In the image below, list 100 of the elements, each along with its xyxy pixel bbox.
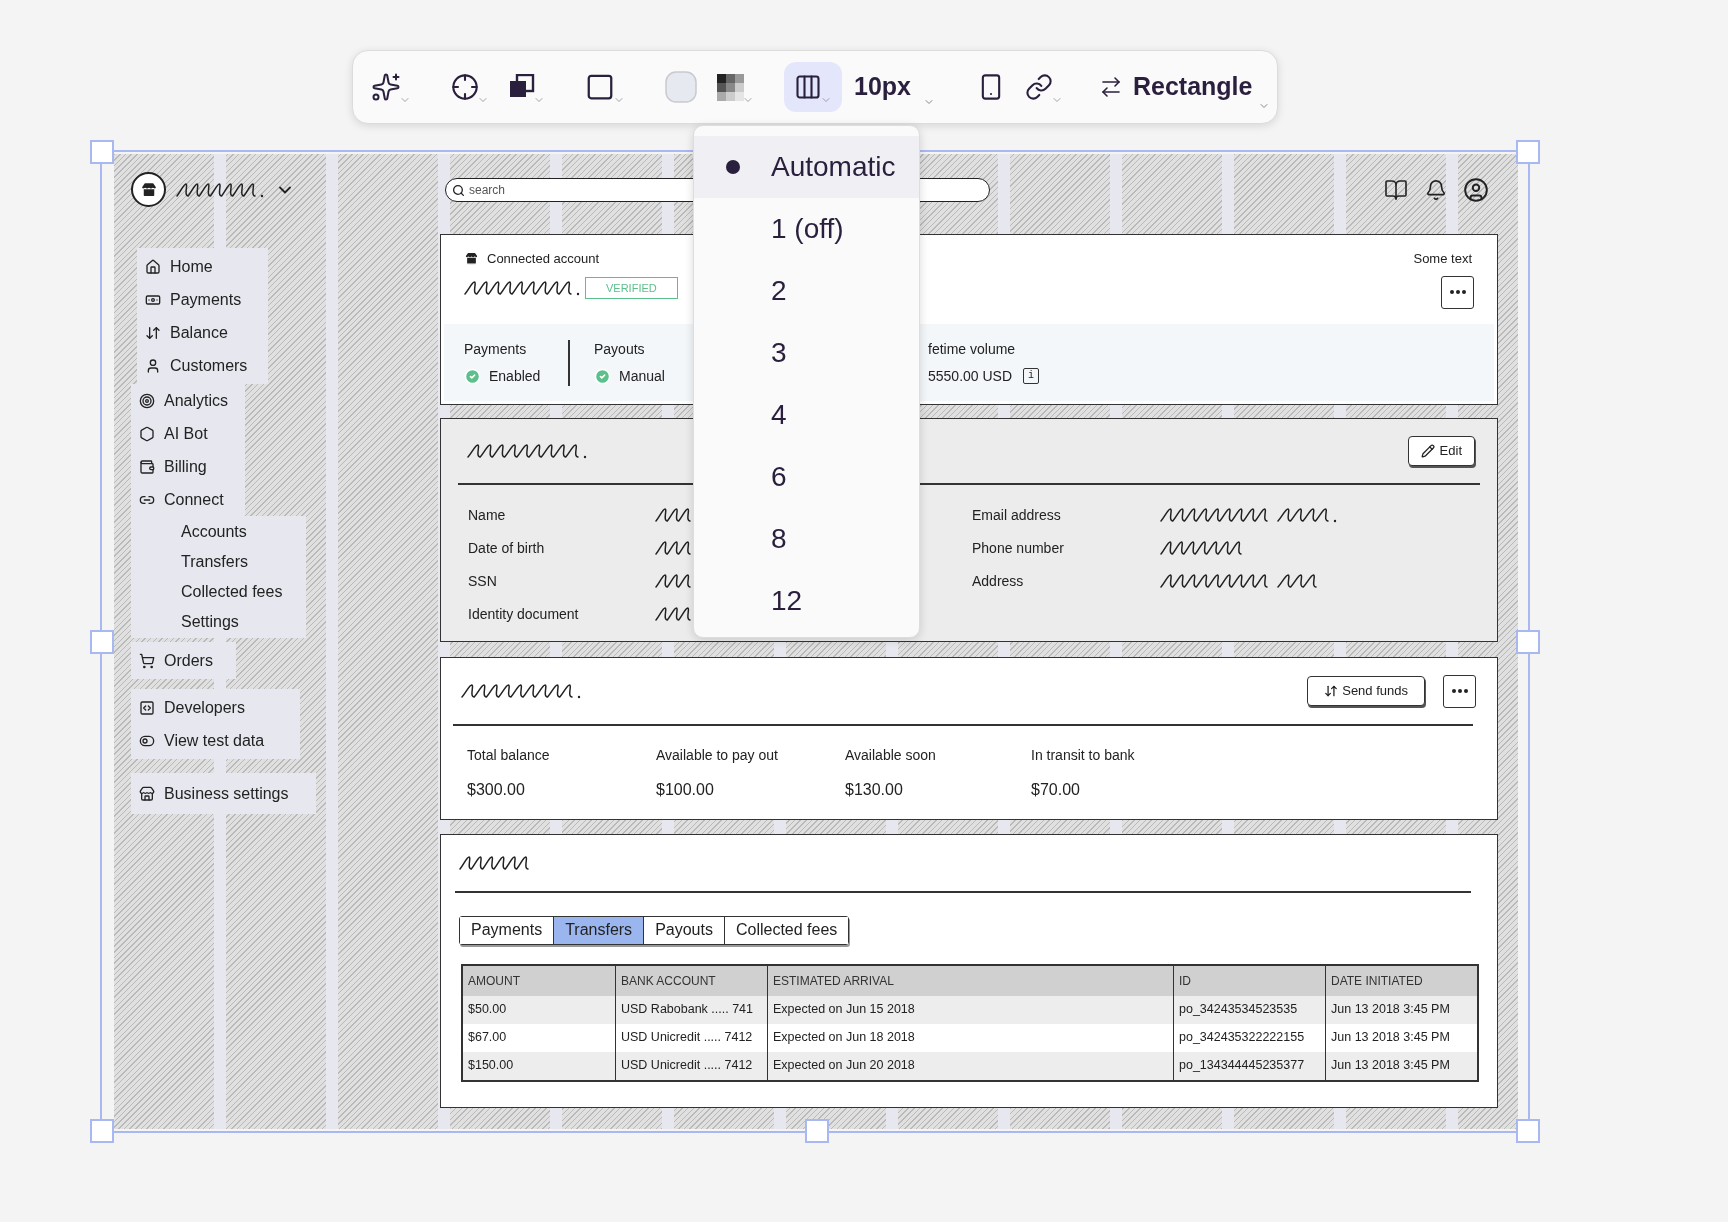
nav-item[interactable]: AI Bot — [139, 417, 245, 450]
square-icon — [585, 72, 615, 102]
field-label: Name — [468, 505, 506, 525]
column-header: ESTIMATED ARRIVAL — [773, 972, 894, 990]
verified-badge: VERIFIED — [585, 276, 678, 299]
resize-handle[interactable] — [1516, 630, 1540, 654]
scribble-drawing — [655, 505, 694, 525]
nav-item[interactable]: View test data — [139, 724, 300, 757]
layers-icon — [509, 74, 535, 100]
user-avatar-icon[interactable] — [1463, 177, 1489, 203]
bell-icon[interactable] — [1425, 179, 1447, 201]
book-icon[interactable] — [1384, 178, 1408, 202]
nav-item[interactable]: Payments — [145, 283, 268, 316]
column-header: AMOUNT — [468, 972, 520, 990]
send-funds-button[interactable]: Send funds — [1307, 676, 1425, 706]
more-button[interactable] — [1441, 275, 1474, 309]
field-label: Email address — [972, 505, 1061, 525]
tab[interactable]: Collected fees — [723, 916, 849, 944]
column-header: ID — [1179, 972, 1191, 990]
table-cell-text: Expected on Jun 15 2018 — [773, 1001, 915, 1019]
resize-handle[interactable] — [90, 630, 114, 654]
menu-item[interactable]: 8 — [694, 508, 919, 570]
resize-handle[interactable] — [1516, 1119, 1540, 1143]
columns-icon — [794, 73, 822, 101]
nav-item[interactable]: Settings — [181, 607, 306, 637]
toolbar-button[interactable] — [784, 62, 842, 112]
table-cell-text: Expected on Jun 20 2018 — [773, 1057, 915, 1075]
menu-item[interactable]: 4 — [694, 384, 919, 446]
ellipsis-icon — [1449, 290, 1466, 294]
nav-item[interactable]: Collected fees — [181, 577, 306, 607]
size-dropdown[interactable]: 10px — [842, 62, 947, 112]
more-button[interactable] — [1443, 674, 1476, 708]
balance-amount: $100.00 — [656, 779, 715, 800]
table-cell-text: USD Unicredit ..... 7412 — [621, 1057, 753, 1075]
nav-item[interactable]: Billing — [139, 450, 245, 483]
home-icon — [145, 258, 161, 275]
up-down-arrows-icon — [145, 324, 161, 341]
sparkles-icon — [371, 72, 401, 102]
table-cell-text: po_134344445235377 — [1179, 1057, 1305, 1075]
menu-item[interactable]: 2 — [694, 260, 919, 322]
table-cell-text: $150.00 — [468, 1057, 514, 1075]
store-avatar[interactable] — [131, 172, 166, 207]
table-cell-text: po_342435322222155 — [1179, 1029, 1305, 1047]
menu-item[interactable]: 12 — [694, 570, 919, 632]
swap-arrows-icon — [1099, 75, 1123, 99]
stat-label: Payments — [464, 339, 527, 359]
resize-handle[interactable] — [90, 1119, 114, 1143]
table-cell-text: Jun 13 2018 3:45 PM — [1331, 1057, 1450, 1075]
nav-item[interactable]: Transfers — [181, 547, 306, 577]
field-label: Date of birth — [468, 538, 545, 558]
user-icon — [145, 357, 161, 374]
check-circle-icon — [594, 367, 611, 385]
nav-item[interactable]: Accounts — [181, 517, 306, 547]
code-icon — [139, 699, 155, 716]
nav-item[interactable]: Home — [145, 250, 268, 283]
nav-item[interactable]: Analytics — [139, 384, 245, 417]
target-icon — [139, 392, 155, 409]
stat-value: 5550.00 USD — [928, 366, 1013, 386]
scribble-drawing — [655, 538, 694, 558]
nav-item[interactable]: Developers — [139, 691, 300, 724]
stat-value: Enabled — [489, 366, 541, 386]
info-badge: i — [1023, 368, 1040, 384]
nav-item[interactable]: Customers — [145, 349, 268, 382]
pencil-icon — [1420, 444, 1435, 458]
store-icon — [139, 785, 155, 802]
tab[interactable]: Transfers — [553, 916, 644, 944]
column-header: BANK ACCOUNT — [621, 972, 716, 990]
shape-dropdown[interactable]: Rectangle — [1093, 62, 1277, 112]
account-label: Connected account — [487, 250, 600, 268]
nav-item[interactable]: Business settings — [139, 777, 316, 810]
field-label: SSN — [468, 571, 497, 591]
menu-item[interactable]: 3 — [694, 322, 919, 384]
resize-handle[interactable] — [90, 140, 114, 164]
wallet-icon — [139, 458, 155, 475]
check-circle-icon — [464, 367, 481, 385]
link-icon — [1025, 73, 1053, 101]
stat-label: fetime volume — [928, 339, 1016, 359]
crosshair-icon — [451, 73, 479, 101]
table-cell-text: Expected on Jun 18 2018 — [773, 1029, 915, 1047]
nav-item[interactable]: Connect — [139, 483, 245, 516]
menu-item[interactable]: Automatic — [694, 136, 919, 198]
table-cell-text: USD Unicredit ..... 7412 — [621, 1029, 753, 1047]
column-header: DATE INITIATED — [1331, 972, 1423, 990]
resize-handle[interactable] — [805, 1119, 829, 1143]
nav-item[interactable]: Balance — [145, 316, 268, 349]
store-icon — [139, 180, 158, 199]
resize-handle[interactable] — [1516, 140, 1540, 164]
ellipsis-icon — [1451, 689, 1468, 693]
side-text: Some text — [1413, 250, 1472, 268]
balance-amount: $300.00 — [467, 779, 526, 800]
balance-label: In transit to bank — [1031, 745, 1135, 765]
edit-button[interactable]: Edit — [1407, 436, 1475, 466]
menu-item[interactable]: 6 — [694, 446, 919, 508]
color-swatch-icon — [665, 71, 697, 103]
menu-item[interactable]: 1 (off) — [694, 198, 919, 260]
field-label: Address — [972, 571, 1024, 591]
store-icon — [464, 251, 479, 267]
nav-item[interactable]: Orders — [139, 644, 236, 677]
table-cell-text: Jun 13 2018 3:45 PM — [1331, 1001, 1450, 1019]
table-cell-text: $67.00 — [468, 1029, 507, 1047]
